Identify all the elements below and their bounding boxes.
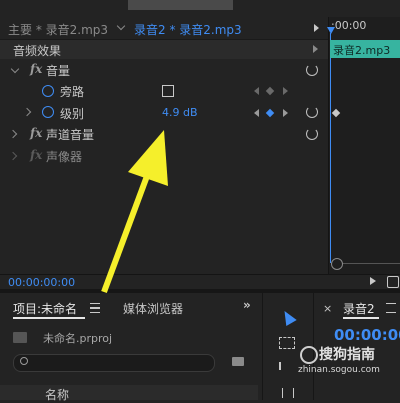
arrow-shaft [101,166,153,294]
arrow-head [128,130,168,186]
annotation-arrow [101,130,168,294]
